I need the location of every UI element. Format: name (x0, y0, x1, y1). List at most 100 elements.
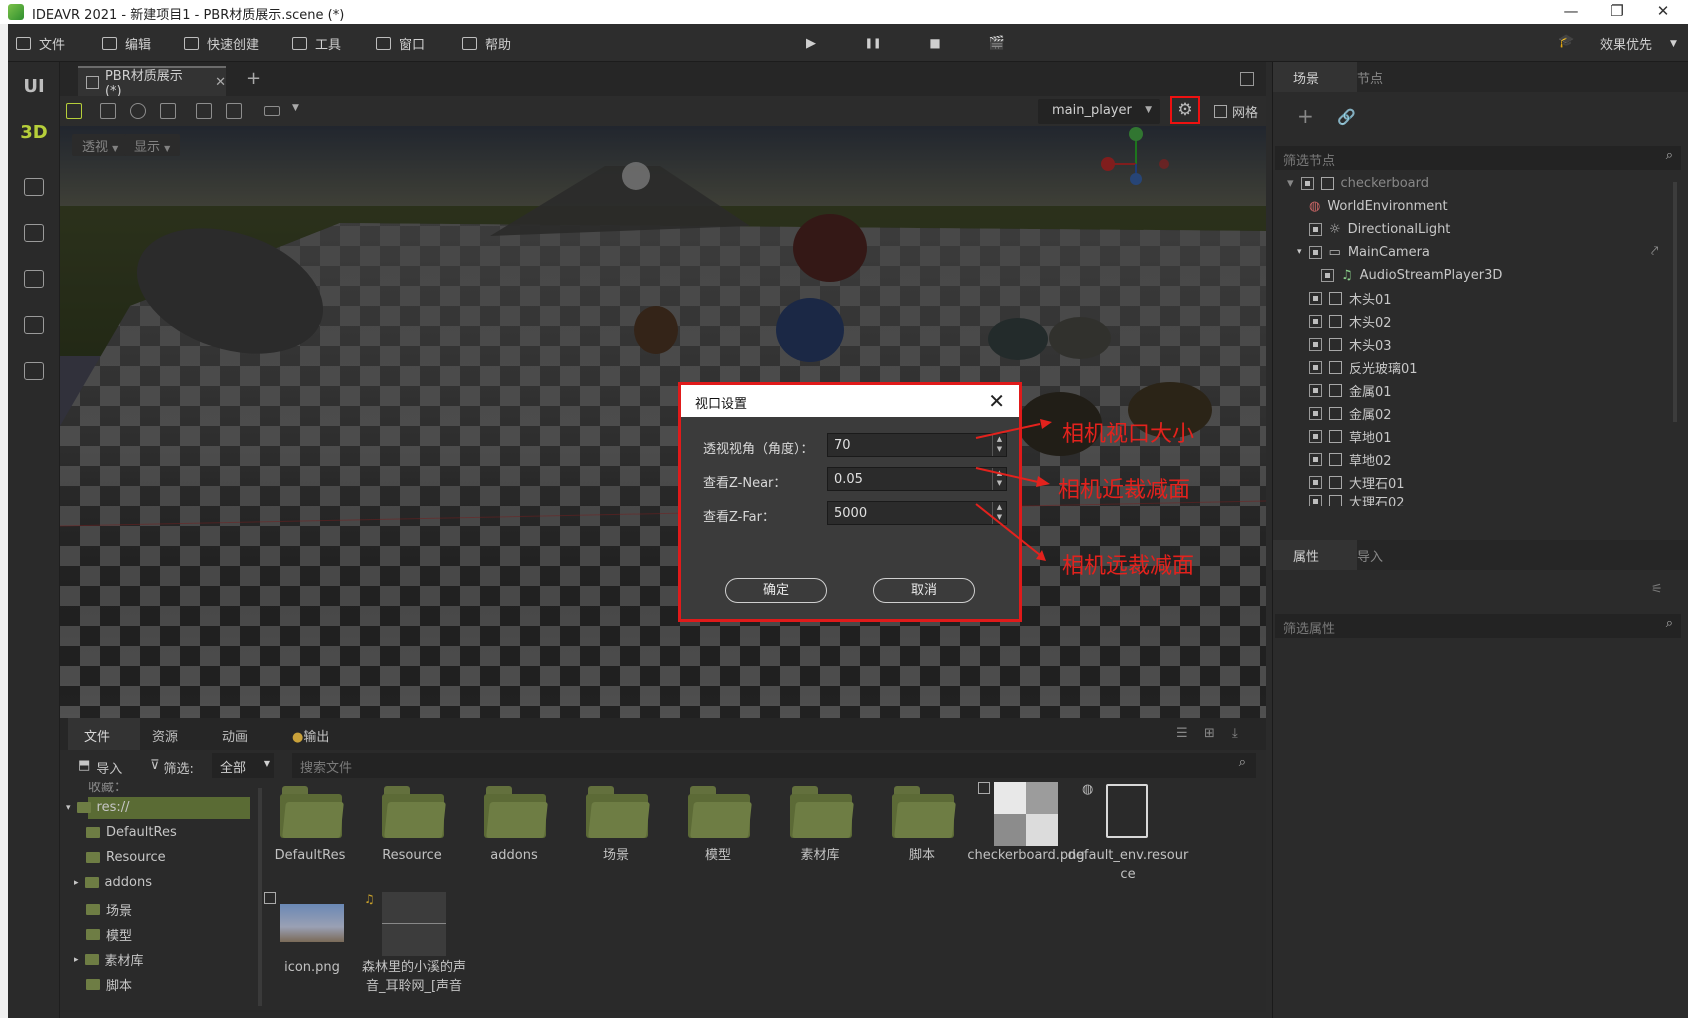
icon-thumbnail[interactable] (280, 904, 344, 942)
record-button[interactable]: 🎬 (986, 34, 1008, 52)
viewport-settings-button[interactable]: ⚙ (1170, 96, 1200, 124)
file-search-input[interactable]: 搜索文件 ⌕ (292, 753, 1256, 778)
close-window-button[interactable]: ✕ (1640, 0, 1686, 24)
tab-import[interactable]: 导入 (1357, 546, 1383, 565)
menu-quick-create[interactable]: 快速创建 (184, 34, 259, 53)
ruler-icon[interactable] (264, 106, 280, 116)
document-icon[interactable] (1106, 784, 1148, 838)
maximize-button[interactable]: ❐ (1594, 0, 1640, 24)
tab-assets[interactable]: 资源 (152, 726, 178, 745)
filter-icon: ⊽ (150, 758, 160, 773)
tree-node[interactable]: 木头02 (1309, 310, 1392, 332)
package-icon[interactable] (24, 270, 44, 288)
rotate-tool-icon[interactable] (130, 103, 146, 119)
tree-folder-label: 素材库 (104, 954, 144, 969)
tab-animation[interactable]: 动画 (222, 726, 248, 745)
folder-icon[interactable] (382, 786, 446, 838)
move-tool-icon[interactable] (100, 103, 116, 119)
folder-icon[interactable] (892, 786, 956, 838)
player-select[interactable]: main_player ▼ (1038, 99, 1160, 124)
script-icon[interactable]: ⤤ (1651, 244, 1658, 259)
tree-node[interactable]: ◍ WorldEnvironment (1309, 195, 1448, 217)
scale-tool-icon[interactable] (160, 103, 176, 119)
close-tab-icon[interactable]: ✕ (215, 75, 226, 90)
tree-root[interactable]: ▾ checkerboard (1287, 172, 1429, 194)
file-label: 素材库 (800, 848, 840, 863)
menu-help[interactable]: 帮助 (462, 34, 511, 53)
tree-folder[interactable]: 场景 (86, 900, 132, 919)
tree-node[interactable]: 反光玻璃01 (1309, 356, 1418, 378)
grid-toggle[interactable]: 网格 (1214, 102, 1258, 121)
fullscreen-icon[interactable] (1240, 72, 1254, 86)
list-view-icon[interactable]: ☰ (1176, 726, 1188, 741)
play-button[interactable]: ▶ (800, 34, 822, 52)
tab-output[interactable]: ●输出 (292, 726, 329, 745)
tree-folder-res[interactable]: ▾ res:// (66, 800, 130, 815)
tree-node-label: 草地01 (1349, 430, 1392, 446)
tree-folder[interactable]: ▸ addons (74, 875, 152, 890)
tune-icon[interactable]: ⚟ (1651, 582, 1663, 597)
tree-node[interactable]: 木头01 (1309, 287, 1392, 309)
tree-node[interactable]: ☼ DirectionalLight (1309, 218, 1450, 240)
document-icon[interactable] (24, 362, 44, 380)
folder-icon[interactable] (790, 786, 854, 838)
menu-edit-label: 编辑 (125, 38, 152, 53)
path-icon[interactable] (24, 178, 44, 196)
snap-tool-icon[interactable] (226, 103, 242, 119)
export-icon[interactable] (24, 316, 44, 334)
tree-folder[interactable]: 模型 (86, 925, 132, 944)
tree-node[interactable]: 大理石02 (1309, 490, 1405, 506)
add-tab-button[interactable]: + (246, 68, 261, 89)
checkerboard-thumbnail[interactable] (994, 782, 1058, 846)
tree-folder[interactable]: 脚本 (86, 975, 132, 994)
select-tool-icon[interactable] (66, 103, 82, 119)
store-icon[interactable] (24, 224, 44, 242)
tree-node[interactable]: ▾ ▭ MainCamera (1297, 241, 1430, 263)
cancel-button[interactable]: 取消 (873, 578, 975, 603)
folder-icon[interactable] (280, 786, 344, 838)
grid-view-icon[interactable]: ⊞ (1204, 726, 1215, 741)
folder-icon[interactable] (586, 786, 650, 838)
filesystem-panel: 文件 资源 动画 ●输出 ☰ ⊞ ⤓ ⬒ 导入 ⊽ 筛选: 全部 ▼ 搜索文件 ⌕ 收藏… (60, 718, 1266, 1012)
ui-mode-button[interactable]: UI (8, 76, 60, 97)
tree-scrollbar[interactable] (1673, 182, 1677, 422)
tab-files[interactable]: 文件 (84, 726, 110, 745)
menu-edit[interactable]: 编辑 (102, 34, 151, 53)
mesh-icon (1329, 291, 1342, 305)
link-icon[interactable]: 🔗 (1337, 108, 1356, 126)
ruler-dropdown-icon[interactable]: ▼ (292, 103, 299, 113)
stop-button[interactable]: ■ (924, 34, 946, 52)
node-filter-input[interactable]: 筛选节点 ⌕ (1275, 146, 1681, 170)
menu-file[interactable]: 文件 (16, 34, 65, 53)
download-icon[interactable]: ⤓ (1232, 726, 1238, 741)
3d-mode-button[interactable]: 3D (8, 122, 60, 143)
folder-icon[interactable] (484, 786, 548, 838)
ok-button[interactable]: 确定 (725, 578, 827, 603)
tree-node[interactable]: 金属01 (1309, 379, 1392, 401)
audio-thumbnail[interactable] (382, 892, 446, 956)
tree-node[interactable]: 金属02 (1309, 402, 1392, 424)
tree-folder[interactable]: DefaultRes (86, 825, 177, 840)
add-node-icon[interactable]: + (1297, 104, 1314, 128)
folder-icon[interactable] (688, 786, 752, 838)
tree-folder[interactable]: ▸ 素材库 (74, 950, 144, 969)
tree-node[interactable]: 草地02 (1309, 448, 1392, 470)
menu-window[interactable]: 窗口 (376, 34, 425, 53)
import-button[interactable]: ⬒ 导入 (78, 758, 122, 777)
tree-node[interactable]: 木头03 (1309, 333, 1392, 355)
pivot-tool-icon[interactable] (196, 103, 212, 119)
tab-scene[interactable]: PBR材质展示(*) ✕ (78, 66, 226, 99)
tab-properties[interactable]: 属性 (1293, 546, 1319, 565)
quality-select[interactable]: 效果优先 ▼ (1600, 34, 1677, 53)
tab-node-panel[interactable]: 节点 (1357, 68, 1383, 87)
tree-node[interactable]: ♫ AudioStreamPlayer3D (1321, 264, 1502, 286)
graduation-cap-icon[interactable]: 🎓 (1558, 34, 1574, 49)
tab-scene-panel[interactable]: 场景 (1293, 68, 1319, 87)
menu-tools[interactable]: 工具 (292, 34, 341, 53)
filter-select[interactable]: 全部 ▼ (212, 753, 274, 778)
minimize-button[interactable]: — (1548, 0, 1594, 24)
pause-button[interactable]: ❚❚ (862, 34, 884, 52)
tree-folder[interactable]: Resource (86, 850, 166, 865)
property-filter-input[interactable]: 筛选属性 ⌕ (1275, 614, 1681, 638)
tree-node[interactable]: 草地01 (1309, 425, 1392, 447)
